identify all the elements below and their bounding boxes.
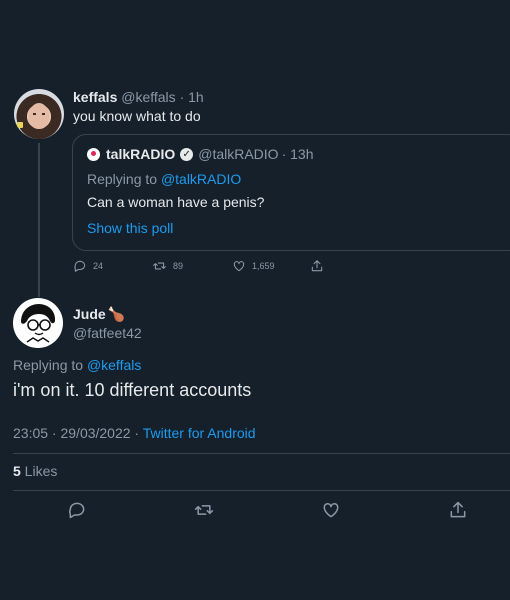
retweet-icon	[153, 262, 166, 270]
share-icon	[450, 501, 466, 518]
quoted-tweet-time: · 13h	[281, 146, 314, 162]
parent-tweet-actions: 24 89 1,659	[73, 259, 324, 273]
jude-avatar-drawing	[21, 304, 56, 343]
main-tweet-source[interactable]: Twitter for Android	[143, 425, 256, 441]
divider-bottom	[13, 490, 510, 491]
talkradio-avatar	[87, 147, 100, 161]
quoted-tweet-card[interactable]: talkRADIO ✓ @talkRADIO · 13h Replying to…	[72, 134, 510, 251]
thread-line	[38, 143, 40, 297]
main-replying-link[interactable]: @keffals	[87, 357, 141, 373]
parent-reply-count: 24	[93, 261, 104, 271]
parent-reply-button[interactable]: 24	[73, 259, 152, 273]
verified-icon: ✓	[180, 147, 194, 161]
quoted-replying-link[interactable]: @talkRADIO	[161, 171, 241, 187]
jude-avatar[interactable]	[13, 298, 63, 348]
parent-tweet-header: keffals @keffals · 1h	[73, 89, 204, 105]
keffals-avatar[interactable]	[14, 89, 64, 139]
parent-author-name[interactable]: keffals	[73, 89, 117, 105]
likes-label: Likes	[20, 463, 58, 479]
reply-icon	[74, 260, 86, 272]
parent-author-handle[interactable]: @keffals	[121, 89, 175, 105]
reply-icon	[69, 502, 85, 519]
avatar-badge	[17, 122, 23, 128]
show-poll-link[interactable]: Show this poll	[87, 220, 173, 236]
parent-tweet-text: you know what to do	[73, 108, 201, 124]
parent-retweet-button[interactable]: 89	[152, 259, 232, 273]
main-replying-to: Replying to @keffals	[13, 357, 141, 373]
main-author-handle[interactable]: @fatfeet42	[73, 325, 142, 341]
retweet-icon	[194, 505, 214, 515]
main-tweet-meta: 23:05 · 29/03/2022 · Twitter for Android	[13, 425, 256, 441]
parent-like-count: 1,659	[252, 261, 275, 271]
like-icon	[233, 261, 245, 272]
main-tweet-datetime[interactable]: 23:05 · 29/03/2022 ·	[13, 425, 143, 441]
share-icon	[311, 260, 323, 272]
like-count: 5	[13, 463, 21, 479]
share-button[interactable]	[448, 500, 468, 520]
quoted-replying-prefix: Replying to	[87, 171, 161, 187]
main-author-name-row: Jude 🍗	[73, 306, 125, 323]
quoted-replying-to: Replying to @talkRADIO	[87, 171, 241, 187]
main-replying-prefix: Replying to	[13, 357, 87, 373]
main-author-name[interactable]: Jude	[73, 306, 106, 322]
quoted-tweet-text: Can a woman have a penis?	[87, 194, 265, 210]
quoted-tweet-header: talkRADIO ✓ @talkRADIO · 13h	[87, 146, 314, 162]
quoted-author-handle: @talkRADIO	[198, 146, 279, 162]
divider-top	[13, 453, 510, 454]
parent-share-button[interactable]	[310, 259, 324, 273]
parent-like-button[interactable]: 1,659	[232, 259, 310, 273]
like-button[interactable]	[321, 500, 341, 520]
retweet-button[interactable]	[194, 500, 214, 520]
drumstick-icon: 🍗	[107, 306, 126, 322]
quoted-author-name: talkRADIO	[106, 146, 176, 162]
like-icon	[323, 502, 339, 518]
avatar-eyes	[33, 113, 45, 115]
avatar-face	[29, 103, 49, 129]
parent-tweet-time[interactable]: · 1h	[180, 89, 204, 105]
likes-summary[interactable]: 5 Likes	[13, 463, 57, 479]
reply-button[interactable]	[67, 500, 87, 520]
main-tweet-text: i'm on it. 10 different accounts	[13, 380, 252, 400]
parent-retweet-count: 89	[173, 261, 184, 271]
